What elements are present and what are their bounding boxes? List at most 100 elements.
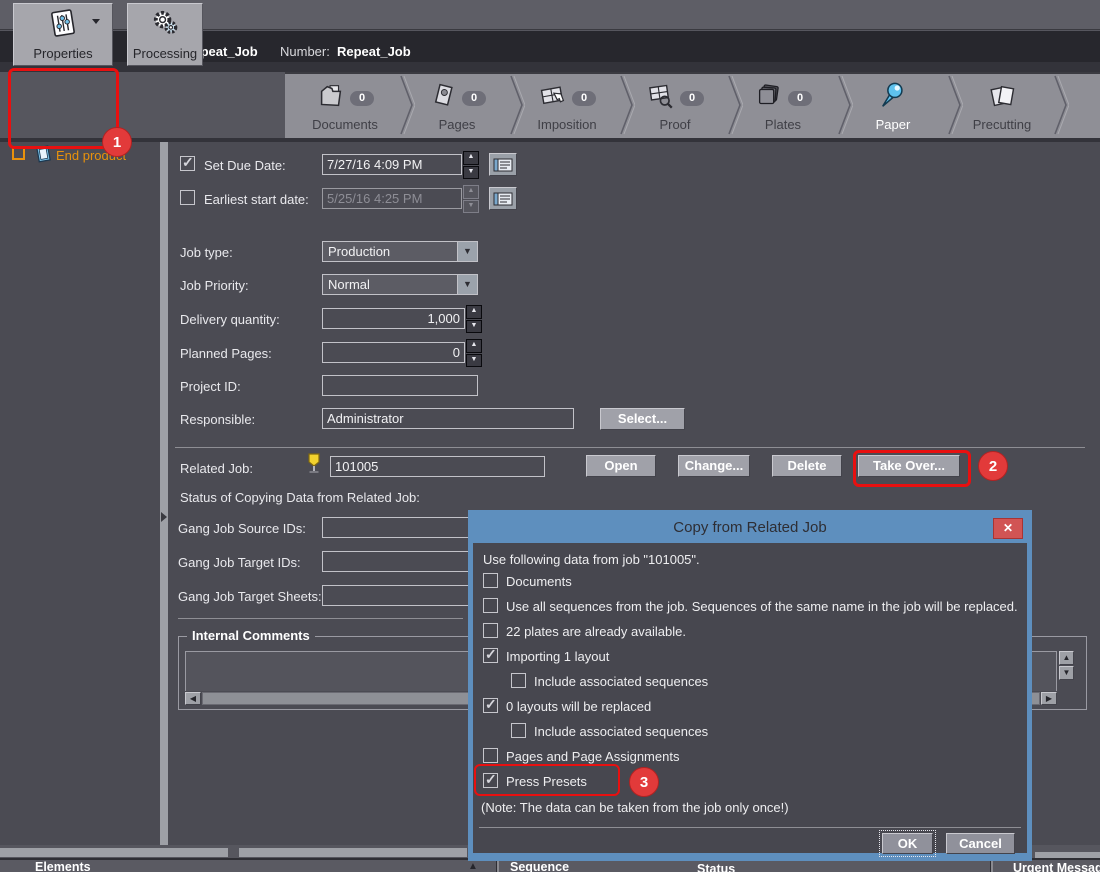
delivery-quantity-label: Delivery quantity: [180,312,280,327]
due-date-picker-button[interactable] [489,153,517,176]
scroll-down-icon[interactable]: ▼ [1059,666,1074,680]
splitter-collapse-icon[interactable] [161,512,167,522]
earliest-start-label: Earliest start date: [204,192,309,207]
end-product-checkbox[interactable] [12,147,25,160]
tab-separator [1053,73,1069,137]
spinner-down-icon[interactable] [466,320,482,334]
tab-separator [837,73,853,137]
set-due-date-checkbox[interactable] [180,156,195,171]
checkbox-use-all-sequences[interactable] [483,598,498,613]
dialog-note: (Note: The data can be taken from the jo… [481,800,789,815]
paper-pin-icon [878,81,908,116]
checkbox-plates-available[interactable] [483,623,498,638]
tab-separator [399,73,415,137]
cancel-button[interactable]: Cancel [946,833,1015,854]
processing-label: Processing [133,46,197,61]
dialog-title: Copy from Related Job [673,519,826,536]
checkbox-include-sequences-import[interactable] [511,673,526,688]
job-priority-select[interactable]: Normal [322,274,478,295]
scroll-up-icon[interactable]: ▲ [1059,651,1074,665]
set-due-date-input[interactable] [322,154,462,175]
planned-pages-input[interactable] [322,342,465,363]
tab-proof-label: Proof [659,117,690,132]
tab-documents-label: Documents [312,117,378,132]
checkbox-include-sequences-replace[interactable] [511,723,526,738]
tab-imposition-label: Imposition [537,117,596,132]
related-job-lamp-icon [306,452,322,479]
open-button[interactable]: Open [586,455,656,477]
sidebar-splitter[interactable] [160,142,168,845]
column-urgent-messages[interactable]: Urgent Messages [1013,861,1100,872]
processing-button[interactable]: Processing [127,3,203,66]
spinner-up-icon[interactable] [466,339,482,353]
tab-separator [727,73,743,137]
tab-paper[interactable]: Paper [841,73,945,137]
select-button[interactable]: Select... [600,408,685,430]
tab-imposition[interactable]: 0 Imposition [515,73,619,137]
tab-paper-label: Paper [876,117,911,132]
spinner-up-icon[interactable] [466,305,482,319]
properties-button[interactable]: Properties [13,3,113,66]
bottom-splitter[interactable] [0,848,228,857]
responsible-input[interactable] [322,408,574,429]
earliest-start-checkbox[interactable] [180,190,195,205]
end-product-icon [33,144,53,169]
related-job-input[interactable] [330,456,545,477]
annotation-step-2: 2 [978,451,1008,481]
project-id-input[interactable] [322,375,478,396]
spinner-down-icon[interactable] [463,166,479,180]
gang-sheets-label: Gang Job Target Sheets: [178,589,322,604]
spinner-down-icon [463,200,479,214]
section-separator [178,618,463,619]
dialog-titlebar[interactable]: Copy from Related Job [473,515,1027,543]
checkbox-pages-assignments[interactable] [483,748,498,763]
earliest-start-spinner [463,185,479,213]
tab-plates-label: Plates [765,117,801,132]
tab-proof[interactable]: 0 Proof [623,73,727,137]
scroll-right-icon[interactable]: ▶ [1041,692,1057,705]
delivery-quantity-spinner [466,305,482,333]
checkbox-press-presets[interactable] [483,773,498,788]
pages-count-badge: 0 [462,91,486,106]
project-id-label: Project ID: [180,379,241,394]
close-icon[interactable] [993,518,1023,539]
plates-icon [754,81,784,116]
tab-plates[interactable]: 0 Plates [731,73,835,137]
precutting-icon [987,81,1017,116]
bottom-splitter[interactable] [239,848,467,857]
tab-documents[interactable]: 0 Documents [293,73,397,137]
job-priority-value: Normal [328,277,370,292]
tab-pages[interactable]: 0 Pages [405,73,509,137]
column-sequence[interactable]: Sequence [510,860,569,872]
column-elements[interactable]: Elements [35,860,91,872]
tab-precutting-label: Precutting [973,117,1032,132]
gang-target-label: Gang Job Target IDs: [178,555,301,570]
imposition-icon [538,81,568,116]
dropdown-arrow-icon[interactable] [457,242,477,261]
column-status[interactable]: Status [697,862,735,872]
checkbox-include-sequences-replace-label: Include associated sequences [534,724,708,739]
change-button[interactable]: Change... [678,455,750,477]
take-over-button[interactable]: Take Over... [858,455,960,477]
copy-status-label: Status of Copying Data from Related Job: [180,490,420,505]
checkbox-documents-label: Documents [506,574,572,589]
job-type-select[interactable]: Production [322,241,478,262]
sort-ascending-icon[interactable]: ▲ [468,861,478,872]
number-label: Number: [280,44,330,59]
annotation-step-3: 3 [629,767,659,797]
properties-dropdown-caret[interactable] [92,19,100,24]
note-icon [493,158,513,172]
delete-button[interactable]: Delete [772,455,842,477]
tab-precutting[interactable]: Precutting [950,73,1054,137]
ok-button[interactable]: OK [882,833,933,854]
checkbox-layouts-replaced[interactable] [483,698,498,713]
earliest-date-picker-button[interactable] [489,187,517,210]
column-divider[interactable] [990,861,993,872]
spinner-down-icon[interactable] [466,354,482,368]
checkbox-documents[interactable] [483,573,498,588]
checkbox-importing-layout[interactable] [483,648,498,663]
dropdown-arrow-icon[interactable] [457,275,477,294]
delivery-quantity-input[interactable] [322,308,465,329]
scroll-left-icon[interactable]: ◀ [185,692,201,705]
spinner-up-icon[interactable] [463,151,479,165]
